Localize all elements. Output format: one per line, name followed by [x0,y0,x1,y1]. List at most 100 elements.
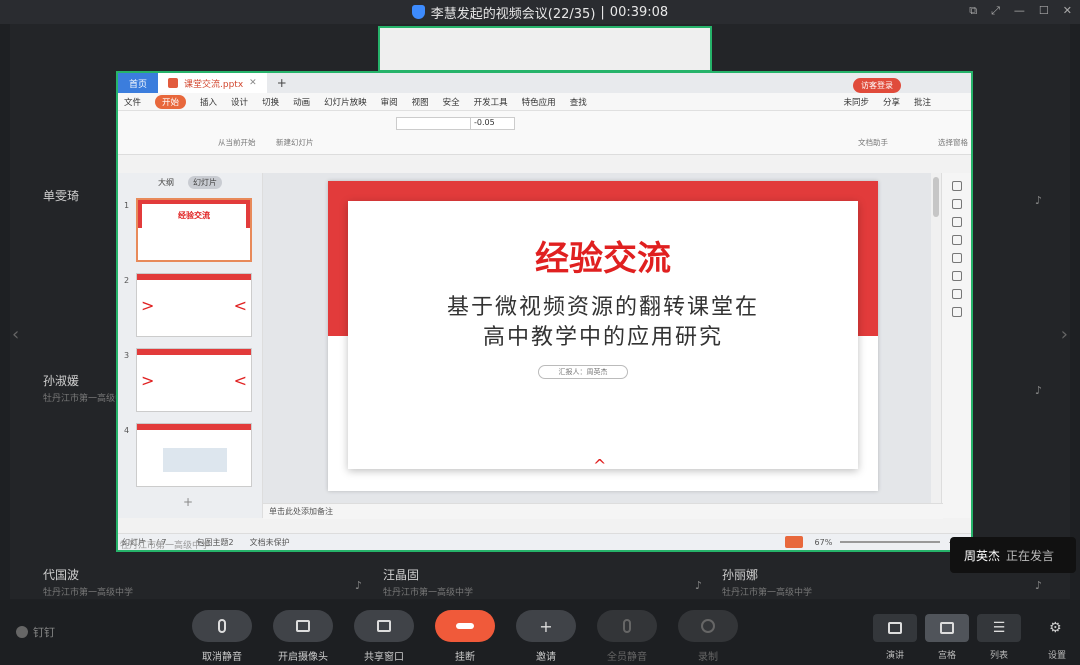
layout-list-button[interactable]: ☰ [977,614,1021,642]
right-tool-bar [941,173,971,518]
play-slideshow-icon[interactable] [784,536,803,548]
speaker-state: 正在发言 [1006,548,1055,563]
slide-thumbnail[interactable] [136,423,252,487]
gear-icon[interactable]: ⚙ [1049,620,1062,636]
zoom-level[interactable]: 67% [815,538,833,547]
participant-tile[interactable]: 代国波 牡丹江市第一高级中学 [43,566,133,598]
slide-thumbnail[interactable]: > < [136,273,252,337]
zoom-slider[interactable] [840,541,941,543]
brand-name: 钉钉 [33,626,55,639]
layout-grid-button[interactable] [925,614,969,642]
tool-icon[interactable] [951,271,962,281]
wps-tabbar: 首页 课堂交流.pptx ✕ + 访客登录 [118,73,971,93]
tab-outline[interactable]: 大纲 [158,177,174,188]
slide-canvas: 经验交流 基于微视频资源的翻转课堂在 高中教学中的应用研究 汇报人：周英杰 ^ [263,173,943,503]
camera-button[interactable] [273,610,333,642]
minimize-icon[interactable]: — [1014,4,1025,18]
tool-icon[interactable] [951,217,962,227]
share-window-button[interactable] [354,610,414,642]
menu-view[interactable]: 视图 [412,96,429,108]
tab-close-icon[interactable]: ✕ [249,78,257,88]
new-tab-icon[interactable]: + [277,76,287,90]
menu-devtools[interactable]: 开发工具 [474,96,508,108]
next-page-icon[interactable]: › [1061,324,1068,345]
participant-tile[interactable]: 孙丽娜 牡丹江市第一高级中学 [722,566,812,598]
unmute-button[interactable] [192,610,252,642]
title-separator: | [600,4,605,20]
slide-subtitle: 基于微视频资源的翻转课堂在 高中教学中的应用研究 [328,293,878,353]
camera-off-icon [296,620,310,632]
slide-thumbnail[interactable]: > < [136,348,252,412]
tool-icon[interactable] [951,253,962,263]
mic-off-icon: ♪ [1035,579,1043,592]
thumb-number: 1 [124,201,130,210]
thumb-number: 4 [124,426,130,435]
tool-icon[interactable] [951,199,962,209]
thumb-number: 3 [124,351,130,360]
sync-status[interactable]: 未同步 [843,96,869,108]
tool-icon[interactable] [951,235,962,245]
layout-speaker-label: 演讲 [885,651,904,661]
prev-page-icon[interactable]: ‹ [12,324,19,345]
status-protect: 文档未保护 [249,537,290,547]
menu-security[interactable]: 安全 [443,96,460,108]
tab-file[interactable]: 课堂交流.pptx ✕ [158,73,267,93]
menu-animation[interactable]: 动画 [293,96,310,108]
shield-icon [411,5,425,19]
layout-speaker-button[interactable] [873,614,917,642]
participant-tile[interactable]: 单雯琦 [43,187,79,204]
layout-grid-label: 宫格 [937,651,956,661]
slide-caret-icon: ^ [593,456,607,475]
slide-thumbnail-pane: 大纲 幻灯片 1 经验交流 2 > < 3 > < 4 + [118,173,263,518]
tab-slides[interactable]: 幻灯片 [188,175,222,189]
new-slide-button[interactable]: 新建幻灯片 [276,137,314,148]
menu-transition[interactable]: 切换 [262,96,279,108]
speaker-name: 周英杰 [964,548,1001,563]
pptx-icon [168,78,178,88]
camera-label: 开启摄像头 [278,652,328,663]
pin-icon[interactable]: ⧉ [969,4,977,18]
close-icon[interactable]: ✕ [1063,4,1072,18]
current-slide[interactable]: 经验交流 基于微视频资源的翻转课堂在 高中教学中的应用研究 汇报人：周英杰 ^ [328,181,878,491]
record-button[interactable] [678,610,738,642]
menu-slideshow[interactable]: 幻灯片放映 [324,96,367,108]
mute-all-button[interactable] [597,610,657,642]
dingtalk-logo-icon [16,626,28,638]
annotate-button[interactable]: 批注 [914,96,931,108]
menu-start[interactable]: 开始 [155,94,187,109]
thumb-title: 经验交流 [142,204,246,256]
slide-scrollbar[interactable] [931,173,941,503]
participant-org: 牡丹江市第一高级中学 [43,588,134,598]
slide-thumbnail[interactable]: 经验交流 [136,198,252,262]
tool-icon[interactable] [951,181,962,191]
hangup-button[interactable] [435,610,495,642]
tool-icon[interactable] [951,289,962,299]
doc-helper-button[interactable]: 文档助手 [858,137,888,148]
guest-login-button[interactable]: 访客登录 [853,78,901,93]
hangup-label: 挂断 [455,652,475,663]
tool-icon[interactable] [951,307,962,317]
from-current-button[interactable]: 从当前开始 [218,137,256,148]
maximize-icon[interactable]: ☐ [1039,4,1049,18]
shared-screen-preview[interactable] [378,26,712,72]
mute-all-label: 全员静音 [607,652,647,663]
share-button[interactable]: 分享 [883,96,900,108]
menu-features[interactable]: 特色应用 [522,96,556,108]
fullscreen-icon[interactable]: ⤢ [991,4,1000,18]
menu-design[interactable]: 设计 [231,96,248,108]
notes-area[interactable]: 单击此处添加备注 [263,503,943,519]
menu-review[interactable]: 审阅 [381,96,398,108]
tab-home[interactable]: 首页 [118,73,158,93]
menu-file[interactable]: 文件 [124,96,141,108]
participant-org: 牡丹江市第一高级中学 [383,588,474,598]
participant-tile[interactable]: 汪晶固 牡丹江市第一高级中学 [383,566,473,598]
select-pane-button[interactable]: 选择窗格 [938,137,968,148]
invite-button[interactable]: + [516,610,576,642]
add-slide-icon[interactable]: + [183,495,193,509]
participant-name: 单雯琦 [43,189,80,203]
dingtalk-brand: 钉钉 [16,624,55,640]
menu-insert[interactable]: 插入 [200,96,217,108]
active-speaker-banner: 周英杰 正在发言 [950,537,1076,573]
menu-find[interactable]: 查找 [570,96,587,108]
font-size-box[interactable]: -0.05 [470,117,515,130]
